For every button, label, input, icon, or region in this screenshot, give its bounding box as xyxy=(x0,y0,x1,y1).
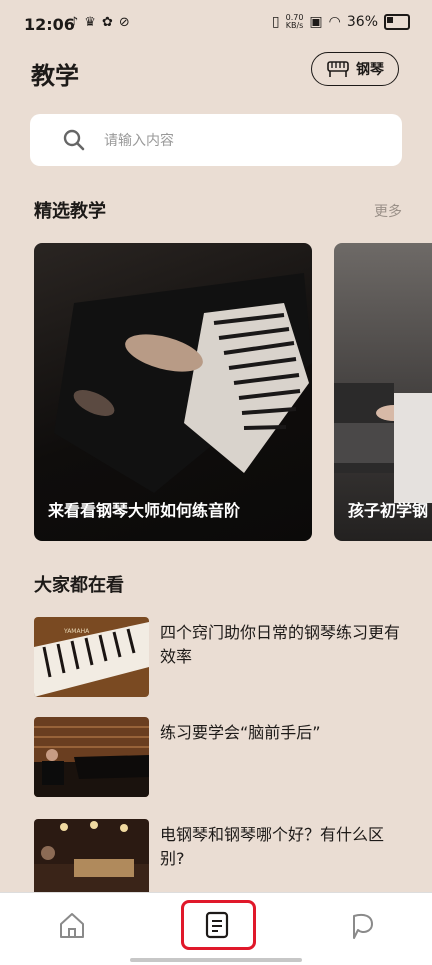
brand-text: YAMAHA xyxy=(63,628,90,635)
list-item-title: 练习要学会“脑前手后” xyxy=(160,723,321,742)
featured-card-title: 来看看钢琴大师如何练音阶 xyxy=(48,501,241,520)
thumbnail xyxy=(34,717,149,797)
battery-icon xyxy=(384,14,410,30)
thumbnail: YAMAHA xyxy=(34,617,149,697)
popular-section-title: 大家都在看 xyxy=(34,575,124,596)
instrument-label: 钢琴 xyxy=(356,62,384,78)
search-bar[interactable] xyxy=(30,114,402,166)
tiktok-icon: ♪ xyxy=(70,15,79,30)
link-icon: ⊘ xyxy=(118,15,130,30)
featured-section-title: 精选教学 xyxy=(34,201,106,222)
app-icon: ✿ xyxy=(101,15,113,30)
search-input[interactable] xyxy=(102,130,366,152)
network-speed: 0.70 KB/s xyxy=(285,13,304,30)
pianist-stage-image xyxy=(34,717,149,797)
nav-home[interactable] xyxy=(52,905,92,945)
more-link[interactable]: 更多 xyxy=(374,201,402,221)
status-time: 12:06 xyxy=(24,15,75,34)
battery-percent: 36% xyxy=(346,14,378,30)
list-item-title: 四个窍门助你日常的钢琴练习更有效率 xyxy=(160,623,401,666)
piano-closeup-image: YAMAHA xyxy=(34,617,149,697)
crown-icon: ♛ xyxy=(84,15,96,30)
sim-icon: ▣ xyxy=(309,14,323,30)
selection-highlight-box xyxy=(181,900,256,950)
home-indicator[interactable] xyxy=(130,958,302,962)
search-icon xyxy=(63,129,85,151)
instrument-switch-button[interactable]: 钢琴 xyxy=(311,52,399,86)
list-item[interactable]: 电钢琴和钢琴哪个好？有什么区别? xyxy=(34,819,406,901)
featured-carousel[interactable]: 来看看钢琴大师如何练音阶 孩子初学钢 xyxy=(34,243,432,541)
piano-icon xyxy=(327,61,349,77)
nav-profile[interactable] xyxy=(342,905,382,945)
notification-icons: ♪ ♛ ✿ ⊘ xyxy=(70,15,130,30)
list-item[interactable]: YAMAHA 四个窍门助你日常的钢琴练习更有效率 xyxy=(34,617,406,699)
status-bar: 12:06 ♪ ♛ ✿ ⊘ ▯ 0.70 KB/s ▣ ◠ 36% xyxy=(0,0,432,48)
list-item-title: 电钢琴和钢琴哪个好？有什么区别? xyxy=(160,825,385,868)
vibrate-icon: ▯ xyxy=(271,14,280,30)
leaf-icon xyxy=(353,913,373,939)
featured-card[interactable]: 孩子初学钢 xyxy=(334,243,432,541)
list-item[interactable]: 练习要学会“脑前手后” xyxy=(34,717,406,799)
page-title: 教学 xyxy=(31,62,79,90)
concert-image xyxy=(34,819,149,894)
featured-card[interactable]: 来看看钢琴大师如何练音阶 xyxy=(34,243,312,541)
system-icons: ▯ 0.70 KB/s ▣ ◠ 36% xyxy=(272,14,410,30)
home-icon xyxy=(60,913,84,938)
thumbnail xyxy=(34,819,149,899)
featured-card-title: 孩子初学钢 xyxy=(348,501,429,520)
wifi-icon: ◠ xyxy=(328,14,341,30)
